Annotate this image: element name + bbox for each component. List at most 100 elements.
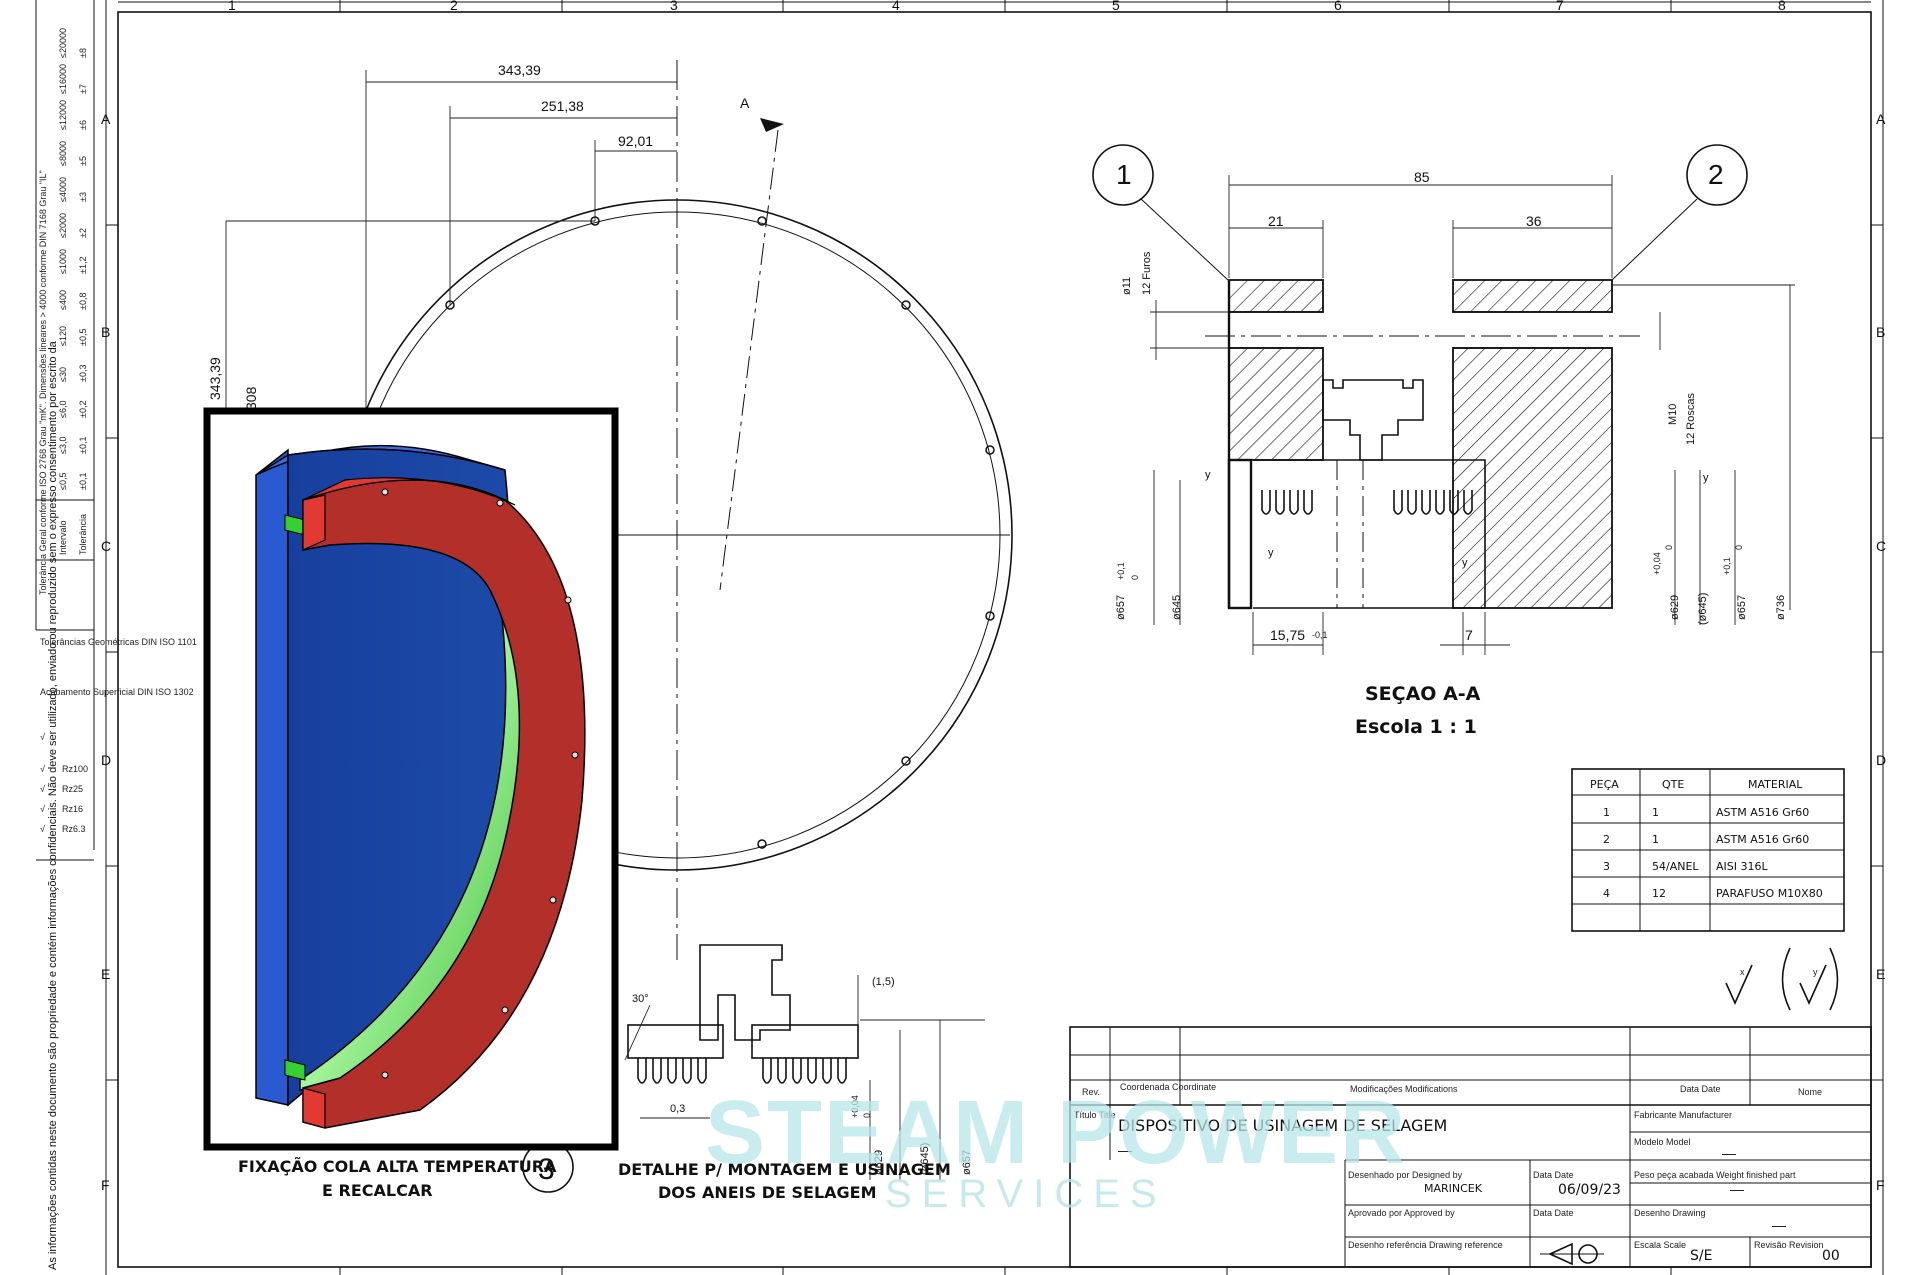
tolerance-interval: ≤20000: [58, 28, 68, 58]
roughness-mark: y: [1205, 469, 1211, 481]
tolerance-value: ±0,2: [78, 401, 88, 418]
dim-label: ø629: [1669, 595, 1681, 620]
section-view: 1 2 85 21 36 ø11 12 Furos ø657 +0,1 0 ø6…: [1092, 144, 1795, 738]
row-label: E: [101, 966, 110, 982]
tolerance-interval: ≤0,5: [58, 473, 68, 490]
tolerance-interval: ≤4000: [58, 177, 68, 202]
dim-label: 343,39: [498, 62, 541, 78]
projection-symbol-icon: [1540, 1242, 1604, 1266]
roughness-mark: y: [1268, 547, 1274, 559]
table-cell: 1: [1652, 806, 1659, 819]
detail-note: FIXAÇÃO COLA ALTA TEMPERATURA: [238, 1157, 557, 1176]
seal-tooth: [667, 1058, 677, 1084]
row-label: A: [101, 111, 111, 127]
parts-table: PEÇA QTE MATERIAL 1 1 ASTM A516 Gr60 2 1 ASTM…: [1571, 768, 1845, 932]
seal-tooth: [1275, 490, 1285, 515]
surface-finish-label: Acabamento Superficial DIN ISO 1302: [40, 687, 194, 697]
table-cell: 1: [1603, 806, 1610, 819]
tb-revision-value: 00: [1822, 1248, 1840, 1264]
dim-label: 251,38: [541, 98, 584, 114]
tolerance-interval: ≤6,0: [58, 401, 68, 418]
seal-tooth: [1407, 490, 1417, 515]
row-label: A: [1876, 111, 1886, 127]
general-surface-symbol: x y: [1725, 947, 1839, 1011]
tb-approved-label: Aprovado por Approved by: [1348, 1208, 1455, 1218]
roughness-mark: y: [1462, 557, 1468, 569]
seal-tooth: [1289, 490, 1299, 515]
hole-label: ø11: [1121, 277, 1133, 295]
surface-symbol-label: y: [1813, 967, 1818, 977]
tb-model-label: Modelo Model: [1634, 1137, 1691, 1147]
tb-scale-label: Escala Scale: [1634, 1240, 1686, 1250]
seal-tooth: [652, 1058, 662, 1084]
table-cell: 12: [1652, 887, 1666, 900]
tolerance-interval: ≤8000: [58, 141, 68, 166]
thread-count: 12 Roscas: [1685, 393, 1697, 445]
tolerance-value: ±6: [78, 120, 88, 130]
table-cell: 2: [1603, 833, 1610, 846]
row-label: F: [101, 1177, 110, 1193]
seal-tooth: [822, 1058, 832, 1084]
seal-tooth: [1303, 490, 1313, 515]
seal-tooth: [792, 1058, 802, 1084]
tolerance-interval: ≤30: [58, 367, 68, 382]
table-cell: PARAFUSO M10X80: [1716, 887, 1823, 900]
dim-label: ø645: [1171, 595, 1183, 620]
table-cell: ASTM A516 Gr60: [1716, 806, 1809, 819]
tb-date-label-2: Data Date: [1533, 1170, 1574, 1180]
section-marker: A: [740, 95, 750, 111]
roughness-symbol: √: [40, 764, 45, 774]
dim-label: 21: [1268, 213, 1284, 229]
tolerance-interval: ≤12000: [58, 100, 68, 130]
row-label: B: [1876, 324, 1885, 340]
thread-label: M10: [1667, 404, 1679, 425]
dim-label: 343,39: [207, 357, 223, 400]
roughness-symbol: √: [40, 804, 45, 814]
seal-tooth: [1435, 490, 1445, 515]
finish-value: Rz6.3: [62, 824, 86, 834]
tb-date-value: 06/09/23: [1558, 1182, 1621, 1198]
tb-weight-label: Peso peça acabada Weight finished part: [1634, 1170, 1796, 1180]
seal-tooth: [1393, 490, 1403, 515]
seal-tooth: [762, 1058, 772, 1084]
tolerance-interval: ≤120: [58, 326, 68, 346]
tolerance-value: ±5: [78, 156, 88, 166]
tb-weight-value: —: [1730, 1181, 1744, 1197]
dim-label: 85: [1414, 169, 1430, 185]
table-header: PEÇA: [1590, 778, 1619, 791]
section-title: SEÇAO A-A: [1365, 683, 1481, 705]
row-label: F: [1876, 1177, 1885, 1193]
row-label: D: [1876, 752, 1886, 768]
tolerance-interval: ≤1000: [58, 249, 68, 274]
hole-count: 12 Furos: [1141, 251, 1153, 295]
tolerance-value: ±8: [78, 48, 88, 58]
tol-lower: 0: [1664, 545, 1674, 550]
finish-value: Rz16: [62, 804, 83, 814]
seal-tooth: [1421, 490, 1431, 515]
tb-designed-value: MARINCEK: [1424, 1182, 1483, 1195]
tb-name-label: Nome: [1798, 1087, 1822, 1097]
tol-lower: 0: [1130, 575, 1140, 580]
seal-tooth: [837, 1058, 847, 1084]
tolerance-value: ±7: [78, 84, 88, 94]
detail-dim: (1,5): [872, 976, 895, 988]
seal-tooth: [1261, 490, 1271, 515]
section-scale: Escola 1 : 1: [1355, 716, 1477, 738]
row-label: E: [1876, 966, 1885, 982]
table-header: QTE: [1662, 778, 1684, 791]
watermark-subtext: SERVICES: [885, 1172, 1167, 1216]
surface-symbol-label: x: [1740, 967, 1745, 977]
roughness-symbol: √: [40, 732, 45, 742]
tolerance-header: Tolerância: [78, 514, 88, 555]
tolerance-value: ±0,1: [78, 473, 88, 490]
tb-drawing-label: Desenho Drawing: [1634, 1208, 1706, 1218]
detail-note: E RECALCAR: [322, 1181, 433, 1200]
tolerance-interval: ≤3,0: [58, 437, 68, 454]
col-label: 5: [1112, 0, 1120, 13]
confidential-note: As informações contidas neste documento …: [47, 340, 59, 1270]
dim-label: 36: [1526, 213, 1542, 229]
tolerance-interval: ≤16000: [58, 64, 68, 94]
col-label: 1: [228, 0, 236, 13]
tb-drawing-value: —: [1772, 1217, 1786, 1233]
tolerance-interval: ≤400: [58, 290, 68, 310]
